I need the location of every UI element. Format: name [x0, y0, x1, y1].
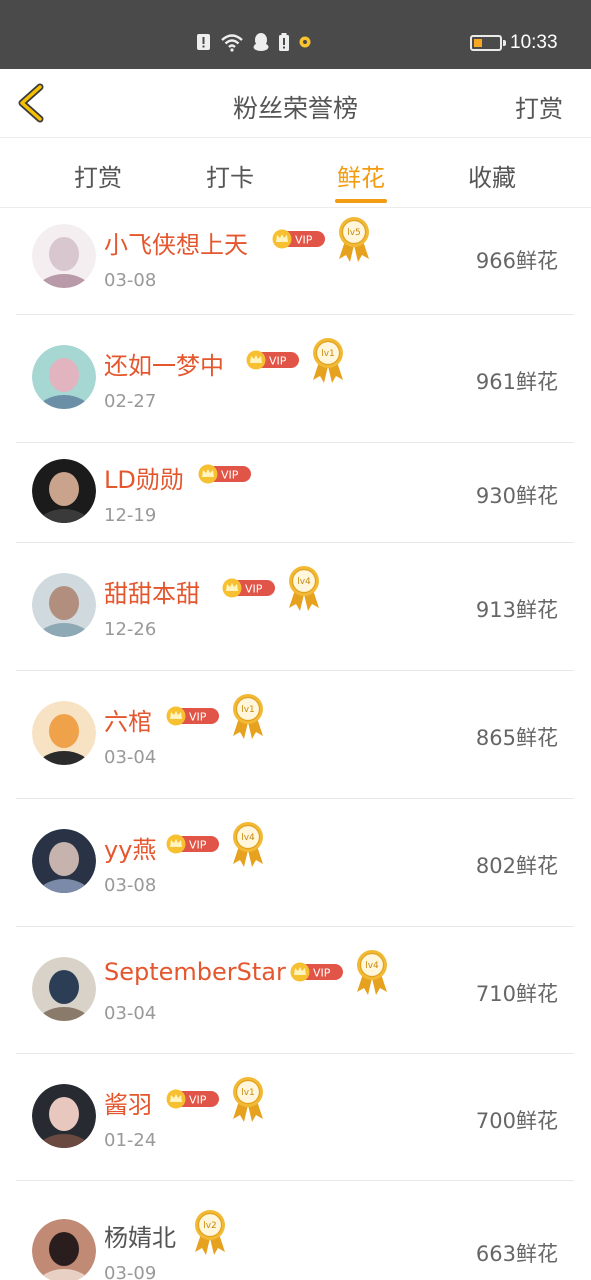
- user-name[interactable]: 小飞侠想上天: [104, 225, 248, 260]
- ranking-row[interactable]: LD勋勋 12-19 930鲜花 VIP: [16, 443, 574, 543]
- vip-label: VIP: [189, 1093, 207, 1106]
- vip-label: VIP: [269, 355, 287, 368]
- rank-date: 03-04: [104, 1002, 157, 1024]
- flower-count: 802鲜花: [475, 854, 558, 878]
- avatar[interactable]: [32, 1219, 96, 1280]
- level-medal-icon: lv4: [233, 822, 263, 867]
- level-label: lv4: [241, 833, 255, 843]
- page-title: 粉丝荣誉榜: [232, 94, 358, 123]
- status-bar: 10:33: [0, 0, 591, 69]
- vip-label: VIP: [295, 233, 313, 246]
- status-time: 10:33: [510, 32, 558, 53]
- rank-date: 12-26: [104, 619, 157, 640]
- battery-alert-icon: [279, 33, 289, 51]
- tab-reward[interactable]: 打赏: [58, 158, 138, 193]
- wifi-icon: [221, 34, 243, 52]
- level-medal-icon: lv1: [313, 338, 343, 383]
- level-label: lv1: [241, 705, 255, 715]
- avatar[interactable]: [32, 459, 96, 523]
- level-medal-icon: lv1: [233, 694, 263, 739]
- level-label: lv1: [241, 1088, 255, 1098]
- ranking-row[interactable]: 六棺 03-04 865鲜花 VIP lv1: [16, 671, 574, 799]
- user-name[interactable]: 杨婧北: [104, 1218, 176, 1253]
- flower-count: 865鲜花: [475, 726, 558, 750]
- ranking-row[interactable]: 酱羽 01-24 700鲜花 VIP lv1: [16, 1054, 574, 1181]
- vip-label: VIP: [313, 966, 331, 979]
- rank-date: 03-08: [104, 875, 157, 896]
- reward-button[interactable]: 打赏: [515, 89, 563, 124]
- flower-count: 913鲜花: [475, 598, 558, 622]
- vip-label: VIP: [245, 583, 263, 596]
- level-medal-icon: lv4: [357, 949, 387, 995]
- level-label: lv4: [365, 961, 379, 971]
- vip-label: VIP: [221, 469, 239, 482]
- flower-count: 663鲜花: [475, 1242, 558, 1266]
- level-label: lv5: [347, 228, 361, 238]
- vip-badge: VIP: [246, 350, 299, 370]
- flower-count: 710鲜花: [475, 981, 558, 1006]
- rank-date: 03-04: [104, 747, 157, 768]
- vip-badge: VIP: [166, 834, 219, 854]
- vip-badge: VIP: [166, 706, 219, 726]
- vip-badge: VIP: [222, 578, 275, 598]
- ranking-row[interactable]: SeptemberStar 03-04 710鲜花 VIP lv4: [16, 927, 574, 1054]
- ranking-row[interactable]: 杨婧北 03-09 663鲜花 lv2: [16, 1181, 574, 1280]
- flower-count: 700鲜花: [475, 1108, 558, 1133]
- rank-date: 03-09: [104, 1263, 157, 1280]
- avatar[interactable]: [32, 701, 96, 765]
- level-label: lv4: [297, 577, 311, 587]
- tab-checkin[interactable]: 打卡: [190, 158, 270, 193]
- user-name[interactable]: yy燕: [104, 830, 156, 865]
- fan-ranking-list: 小飞侠想上天 03-08 966鲜花 VIP lv5 还如一梦中 02-27 961鲜花 VIP…: [0, 208, 591, 1280]
- flower-count: 930鲜花: [475, 484, 558, 508]
- level-medal-icon: lv2: [195, 1210, 225, 1255]
- avatar[interactable]: [32, 829, 96, 893]
- vip-badge: VIP: [290, 962, 343, 981]
- ranking-row[interactable]: 还如一梦中 02-27 961鲜花 VIP lv1: [16, 315, 574, 443]
- ranking-row[interactable]: 甜甜本甜 12-26 913鲜花 VIP lv4: [16, 543, 574, 671]
- user-name[interactable]: 六棺: [104, 702, 152, 737]
- nav-bar: 粉丝荣誉榜 打赏: [0, 69, 591, 138]
- rank-date: 01-24: [104, 1129, 157, 1151]
- level-medal-icon: lv1: [233, 1076, 263, 1122]
- rank-date: 02-27: [104, 391, 157, 412]
- level-label: lv2: [203, 1221, 217, 1231]
- tab-favorites[interactable]: 收藏: [452, 158, 532, 193]
- user-name[interactable]: LD勋勋: [104, 460, 184, 495]
- avatar[interactable]: [32, 345, 96, 409]
- user-name[interactable]: 还如一梦中: [104, 346, 224, 381]
- avatar[interactable]: [32, 1083, 96, 1148]
- avatar[interactable]: [32, 223, 96, 288]
- vip-badge: VIP: [166, 1089, 219, 1108]
- level-medal-icon: lv5: [339, 216, 369, 262]
- battery-icon: [470, 35, 506, 51]
- flower-count: 961鲜花: [475, 370, 558, 394]
- user-name[interactable]: 酱羽: [104, 1085, 152, 1120]
- tab-bar: 打赏 打卡 鲜花 收藏: [0, 138, 591, 208]
- vip-label: VIP: [189, 839, 207, 852]
- user-name[interactable]: 甜甜本甜: [104, 574, 200, 609]
- notification-app-icon: [299, 36, 311, 48]
- status-icons: [196, 32, 312, 52]
- level-label: lv1: [321, 349, 335, 359]
- rank-date: 12-19: [104, 505, 157, 526]
- ranking-row[interactable]: 小飞侠想上天 03-08 966鲜花 VIP lv5: [16, 208, 574, 315]
- ranking-row[interactable]: yy燕 03-08 802鲜花 VIP lv4: [16, 799, 574, 927]
- user-name[interactable]: SeptemberStar: [104, 958, 286, 986]
- level-medal-icon: lv4: [289, 566, 319, 611]
- qq-icon: [253, 33, 269, 51]
- vip-badge: VIP: [272, 229, 325, 248]
- rank-date: 03-08: [104, 269, 157, 291]
- avatar[interactable]: [32, 573, 96, 637]
- active-tab-indicator: [335, 199, 387, 203]
- flower-count: 966鲜花: [475, 248, 558, 273]
- sim-alert-icon: [197, 34, 210, 50]
- avatar[interactable]: [32, 956, 96, 1021]
- tab-flowers[interactable]: 鲜花: [321, 158, 401, 193]
- vip-badge: VIP: [198, 464, 251, 484]
- vip-label: VIP: [189, 711, 207, 724]
